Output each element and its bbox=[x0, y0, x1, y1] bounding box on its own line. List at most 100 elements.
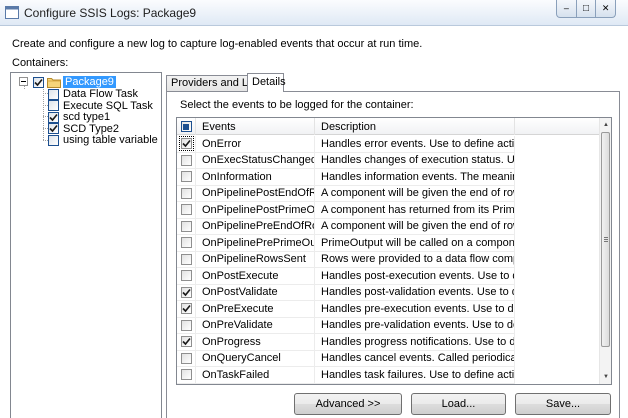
event-row[interactable]: OnPreExecute Handles pre-execution events… bbox=[177, 301, 601, 318]
tree-node-child[interactable]: Execute SQL Task bbox=[48, 100, 153, 112]
event-description: A component will be given the end of row… bbox=[315, 218, 515, 235]
event-checkbox-cell[interactable] bbox=[177, 202, 196, 219]
checkmark-icon bbox=[34, 78, 43, 86]
event-row[interactable]: OnTaskFailed Handles task failures. Use t… bbox=[177, 367, 601, 384]
event-description: A component has returned from its PrimeO… bbox=[315, 202, 515, 219]
event-description: Handles cancel events. Called periodical… bbox=[315, 350, 515, 367]
event-checkbox[interactable] bbox=[180, 352, 192, 364]
event-checkbox-cell[interactable] bbox=[177, 367, 196, 384]
checkmark-icon bbox=[181, 305, 191, 313]
scroll-thumb[interactable] bbox=[601, 132, 610, 347]
event-checkbox-cell[interactable] bbox=[177, 136, 196, 153]
event-checkbox[interactable] bbox=[180, 319, 192, 331]
event-checkbox[interactable] bbox=[180, 253, 192, 265]
containers-tree[interactable]: Package9 Data Flow Task Execute SQL Task s… bbox=[10, 72, 162, 418]
event-checkbox-cell[interactable] bbox=[177, 334, 196, 351]
event-name: OnQueryCancel bbox=[196, 350, 315, 367]
tab-providers-and-logs[interactable]: Providers and Logs bbox=[166, 75, 266, 91]
event-name: OnPreValidate bbox=[196, 317, 315, 334]
event-description: Handles progress notifications. Use to d… bbox=[315, 334, 515, 351]
advanced-button[interactable]: Advanced >> bbox=[294, 393, 402, 415]
event-row[interactable]: OnPostExecute Handles post-execution even… bbox=[177, 268, 601, 285]
event-row[interactable]: OnError Handles error events. Use to defi… bbox=[177, 136, 601, 153]
event-checkbox[interactable] bbox=[180, 336, 192, 348]
event-checkbox[interactable] bbox=[180, 204, 192, 216]
tree-checkbox[interactable] bbox=[48, 123, 59, 135]
tree-node-root[interactable]: Package9 bbox=[33, 76, 116, 88]
events-grid[interactable]: Events Description OnError Handles error … bbox=[176, 117, 612, 385]
event-checkbox-cell[interactable] bbox=[177, 350, 196, 367]
event-checkbox-cell[interactable] bbox=[177, 301, 196, 318]
event-name: OnError bbox=[196, 136, 315, 153]
dialog-description: Create and configure a new log to captur… bbox=[12, 38, 423, 50]
select-all-cell[interactable] bbox=[177, 118, 196, 135]
save-button[interactable]: Save... bbox=[515, 393, 611, 415]
event-row[interactable]: OnPipelineRowsSent Rows were provided to … bbox=[177, 251, 601, 268]
event-checkbox[interactable] bbox=[180, 369, 192, 381]
tree-node-label: Package9 bbox=[63, 76, 116, 88]
event-checkbox[interactable] bbox=[180, 286, 192, 298]
event-row[interactable]: OnPreValidate Handles pre-validation even… bbox=[177, 317, 601, 334]
event-checkbox-cell[interactable] bbox=[177, 169, 196, 186]
event-checkbox-cell[interactable] bbox=[177, 235, 196, 252]
scroll-up-icon[interactable]: ▲ bbox=[600, 118, 611, 132]
event-checkbox-cell[interactable] bbox=[177, 251, 196, 268]
event-checkbox[interactable] bbox=[180, 187, 192, 199]
event-checkbox[interactable] bbox=[180, 303, 192, 315]
tree-node-child[interactable]: Data Flow Task bbox=[48, 88, 138, 100]
column-header-description[interactable]: Description bbox=[315, 118, 515, 135]
event-row[interactable]: OnPostValidate Handles post-validation ev… bbox=[177, 284, 601, 301]
event-checkbox-cell[interactable] bbox=[177, 185, 196, 202]
event-row[interactable]: OnProgress Handles progress notifications… bbox=[177, 334, 601, 351]
event-name: OnPipelinePostPrimeOutput bbox=[196, 202, 315, 219]
event-description: A component will be given the end of row… bbox=[315, 185, 515, 202]
event-checkbox-cell[interactable] bbox=[177, 268, 196, 285]
tree-line bbox=[24, 86, 25, 89]
event-checkbox[interactable] bbox=[180, 171, 192, 183]
event-checkbox-cell[interactable] bbox=[177, 218, 196, 235]
minimize-button[interactable]: – bbox=[556, 0, 577, 18]
event-description: Handles error events. Use to define acti… bbox=[315, 136, 515, 153]
event-checkbox[interactable] bbox=[180, 220, 192, 232]
tree-checkbox[interactable] bbox=[48, 100, 59, 112]
event-row[interactable]: OnQueryCancel Handles cancel events. Call… bbox=[177, 350, 601, 367]
event-checkbox-cell[interactable] bbox=[177, 284, 196, 301]
event-checkbox-cell[interactable] bbox=[177, 152, 196, 169]
event-row[interactable]: OnPipelinePrePrimeOutputPrimeOutput will… bbox=[177, 235, 601, 252]
event-row[interactable]: OnPipelinePostPrimeOutputA component has… bbox=[177, 202, 601, 219]
tab-details[interactable]: Details bbox=[247, 73, 286, 92]
column-header-events[interactable]: Events bbox=[196, 118, 315, 135]
close-button[interactable]: ✕ bbox=[596, 0, 617, 18]
maximize-button[interactable]: □ bbox=[576, 0, 597, 18]
event-name: OnPipelinePostEndOfRows... bbox=[196, 185, 315, 202]
tree-checkbox[interactable] bbox=[33, 76, 44, 88]
tree-checkbox[interactable] bbox=[48, 88, 59, 100]
caption-buttons: – □ ✕ bbox=[556, 0, 617, 18]
grip-icon bbox=[603, 237, 608, 242]
load-button[interactable]: Load... bbox=[411, 393, 506, 415]
tree-node-child[interactable]: using table variable bbox=[48, 134, 158, 146]
event-checkbox-cell[interactable] bbox=[177, 317, 196, 334]
tree-checkbox[interactable] bbox=[48, 134, 59, 146]
tree-checkbox[interactable] bbox=[48, 111, 59, 123]
tab-label: Details bbox=[252, 76, 286, 88]
vertical-scrollbar[interactable]: ▲ ▼ bbox=[599, 118, 611, 384]
scroll-down-icon[interactable]: ▼ bbox=[600, 370, 611, 384]
grid-header: Events Description bbox=[177, 118, 601, 135]
collapse-toggle[interactable] bbox=[19, 77, 28, 86]
tree-node-child[interactable]: SCD Type2 bbox=[48, 123, 119, 135]
events-instruction: Select the events to be logged for the c… bbox=[180, 99, 414, 111]
event-row[interactable]: OnPipelinePostEndOfRows...A component wi… bbox=[177, 185, 601, 202]
tree-node-child[interactable]: scd type1 bbox=[48, 111, 110, 123]
event-row[interactable]: OnInformation Handles information events.… bbox=[177, 169, 601, 186]
event-checkbox[interactable] bbox=[180, 154, 192, 166]
folder-icon bbox=[47, 77, 61, 88]
select-all-checkbox[interactable] bbox=[180, 121, 192, 132]
title-bar: Configure SSIS Logs: Package9 – □ ✕ bbox=[0, 0, 628, 26]
event-checkbox[interactable] bbox=[180, 270, 192, 282]
maximize-icon: □ bbox=[582, 2, 590, 14]
event-row[interactable]: OnPipelinePreEndOfRowsetA component will… bbox=[177, 218, 601, 235]
event-checkbox[interactable] bbox=[180, 237, 192, 249]
event-checkbox[interactable] bbox=[178, 136, 194, 152]
event-row[interactable]: OnExecStatusChanged Handles changes of ex… bbox=[177, 152, 601, 169]
